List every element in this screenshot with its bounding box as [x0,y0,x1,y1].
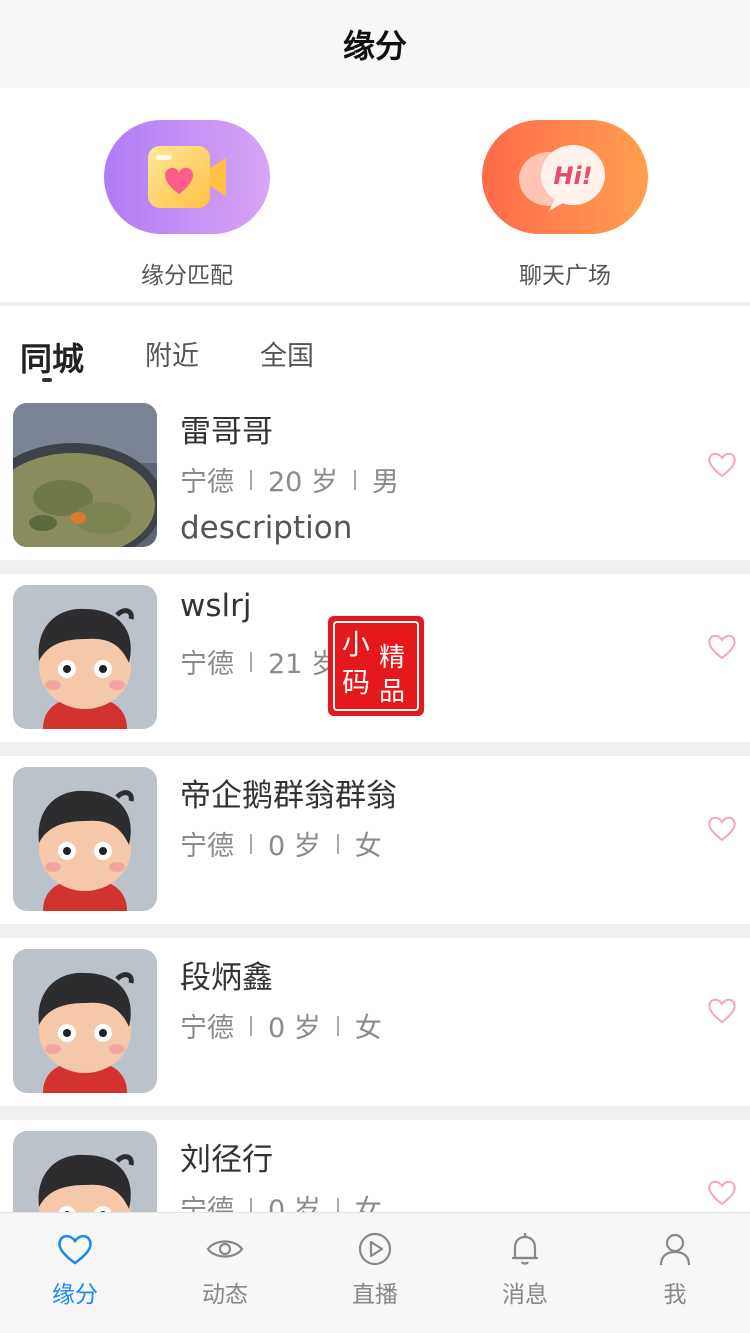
nav-wo[interactable]: 我 [620,1229,730,1309]
tab-nearby[interactable]: 附近 [145,334,199,373]
tab-nationwide[interactable]: 全国 [260,334,314,373]
user-gender: 女 [354,1195,382,1212]
tab-same-city[interactable]: 同城 [20,334,84,380]
user-card[interactable]: 刘径行 宁德 0 岁 女 [0,1120,750,1212]
play-icon [358,1232,392,1266]
hi-chat-bubble-icon: Hi! [519,145,605,211]
divider [353,469,356,490]
top-bar: 缘分 [0,0,750,88]
nav-dongtai[interactable]: 动态 [170,1229,280,1309]
user-card[interactable]: 雷哥哥 宁德 20 岁 男 description [0,392,750,560]
user-info: 宁德 20 岁 男 [180,460,399,499]
nav-yuanfen[interactable]: 缘分 [20,1229,130,1309]
nav-zhibo[interactable]: 直播 [320,1229,430,1309]
avatar[interactable] [13,949,157,1093]
user-age: 0 岁 [268,1013,321,1044]
divider [250,651,252,672]
divider [250,1015,252,1036]
user-gender: 女 [354,831,382,862]
bell-icon [512,1233,538,1265]
divider [336,833,339,854]
user-city: 宁德 [180,831,234,862]
user-city: 宁德 [180,1013,234,1044]
user-city: 宁德 [180,467,234,498]
cartoon-boy-avatar [13,767,157,911]
heart-icon [58,1234,92,1265]
user-icon [659,1233,691,1266]
user-age: 0 岁 [268,831,321,862]
active-tab-indicator [42,378,52,382]
match-feature-button[interactable]: 缘分匹配 [102,120,272,290]
svg-text:码: 码 [342,666,370,699]
avatar[interactable] [13,1131,157,1212]
avatar[interactable] [13,403,157,547]
like-heart-icon[interactable] [706,812,738,844]
user-card[interactable]: 帝企鹅群翁群翁 宁德 0 岁 女 [0,756,750,924]
user-city: 宁德 [180,1195,234,1212]
divider [250,1197,252,1212]
watermark-seal: 小 精 码 品 [328,616,424,716]
user-list: 雷哥哥 宁德 20 岁 男 description wslrj 宁德 21 岁 … [0,392,750,1212]
like-heart-icon[interactable] [706,448,738,480]
nav-xiaoxi[interactable]: 消息 [470,1229,580,1309]
user-age: 20 岁 [268,467,338,498]
avatar[interactable] [13,585,157,729]
like-heart-icon[interactable] [706,994,738,1026]
chat-pill[interactable]: Hi! [482,120,648,234]
user-card[interactable]: 段炳鑫 宁德 0 岁 女 [0,938,750,1106]
hi-badge-text: Hi! [553,162,592,190]
user-name: wslrj [180,588,252,624]
user-gender: 女 [354,1013,382,1044]
cartoon-boy-avatar [13,1131,157,1212]
divider [250,469,252,490]
nav-label: 我 [663,1282,687,1308]
divider [336,1197,339,1212]
feature-section: 缘分匹配 Hi! 聊天广场 [0,88,750,306]
nav-label: 动态 [202,1282,248,1308]
user-info: 宁德 0 岁 女 [180,824,382,863]
bottom-nav: 缘分 动态 直播 消息 我 [0,1212,750,1333]
nav-label: 直播 [352,1282,398,1308]
user-name: 帝企鹅群翁群翁 [180,778,397,814]
svg-text:小: 小 [342,628,370,661]
like-heart-icon[interactable] [706,630,738,662]
svg-text:品: 品 [379,677,405,707]
chat-square-label: 聊天广场 [519,263,611,289]
nav-label: 消息 [502,1282,548,1308]
like-heart-icon[interactable] [706,1176,738,1208]
match-label: 缘分匹配 [141,263,233,289]
user-info: 宁德 0 岁 女 [180,1006,382,1045]
divider [336,1015,339,1036]
nav-label: 缘分 [52,1282,98,1308]
svg-text:精: 精 [379,643,405,673]
cartoon-boy-avatar [13,585,157,729]
divider [250,833,252,854]
user-info: 宁德 0 岁 女 [180,1188,382,1212]
user-name: 刘径行 [180,1142,273,1178]
cartoon-boy-avatar [13,949,157,1093]
location-tabs: 同城 附近 全国 [0,310,750,392]
food-photo-avatar [13,403,157,547]
user-description: description [180,510,353,546]
user-name: 段炳鑫 [180,960,273,996]
eye-icon [206,1240,244,1258]
avatar[interactable] [13,767,157,911]
chat-square-button[interactable]: Hi! 聊天广场 [480,120,650,290]
user-gender: 男 [371,467,399,498]
match-pill[interactable] [104,120,270,234]
user-city: 宁德 [180,649,234,680]
video-heart-icon [148,146,226,208]
user-name: 雷哥哥 [180,414,273,450]
user-age: 0 岁 [268,1195,321,1212]
page-title: 缘分 [342,27,407,65]
